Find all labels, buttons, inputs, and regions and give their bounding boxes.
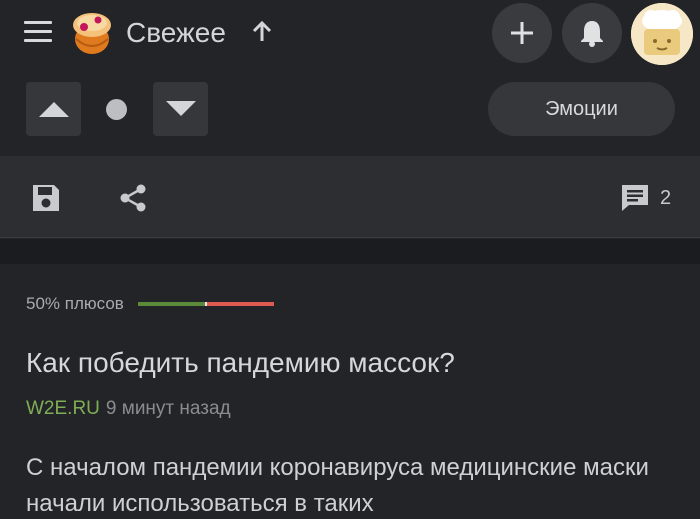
arrow-up-icon[interactable] <box>251 20 273 44</box>
emotions-button[interactable]: Эмоции <box>488 82 675 136</box>
post-time: 9 минут назад <box>105 398 231 419</box>
top-bar: Свежее <box>0 0 700 70</box>
notifications-button[interactable] <box>562 3 622 63</box>
bell-icon <box>581 21 603 47</box>
comments-count: 2 <box>660 186 672 209</box>
action-bar: 2 <box>0 156 700 238</box>
triangle-up-icon <box>38 102 69 117</box>
comment-icon <box>622 185 648 211</box>
user-avatar[interactable] <box>631 3 693 65</box>
triangle-down-icon <box>165 101 196 116</box>
save-icon[interactable] <box>28 180 64 216</box>
post-author[interactable]: W2E.RU <box>26 398 100 419</box>
post-meta: W2E.RU 9 минут назад <box>26 396 231 422</box>
add-post-button[interactable] <box>492 3 552 63</box>
downvote-button[interactable] <box>153 82 208 136</box>
upvote-button[interactable] <box>26 82 81 136</box>
rating-dot <box>106 99 127 120</box>
rating-text: 50% плюсов <box>26 294 124 313</box>
post-card: 50% плюсов Как победить пандемию массок?… <box>0 264 700 519</box>
pikabu-logo-icon[interactable] <box>66 9 116 57</box>
post-title[interactable]: Как победить пандемию массок? <box>26 346 455 380</box>
comments-button[interactable]: 2 <box>620 180 671 216</box>
vote-bar: Эмоции <box>0 70 700 156</box>
rating-bar <box>137 302 274 306</box>
rating-bar-positive <box>137 302 205 306</box>
post-separator <box>0 239 700 264</box>
rating-bar-negative <box>206 302 274 306</box>
share-icon[interactable] <box>115 180 151 216</box>
post-text: С началом пандемии коронавируса медицинс… <box>26 454 649 517</box>
plus-icon <box>511 22 533 44</box>
rating-line: 50% плюсов <box>26 294 274 314</box>
hamburger-icon[interactable] <box>24 21 52 43</box>
feed-title[interactable]: Свежее <box>126 16 226 50</box>
